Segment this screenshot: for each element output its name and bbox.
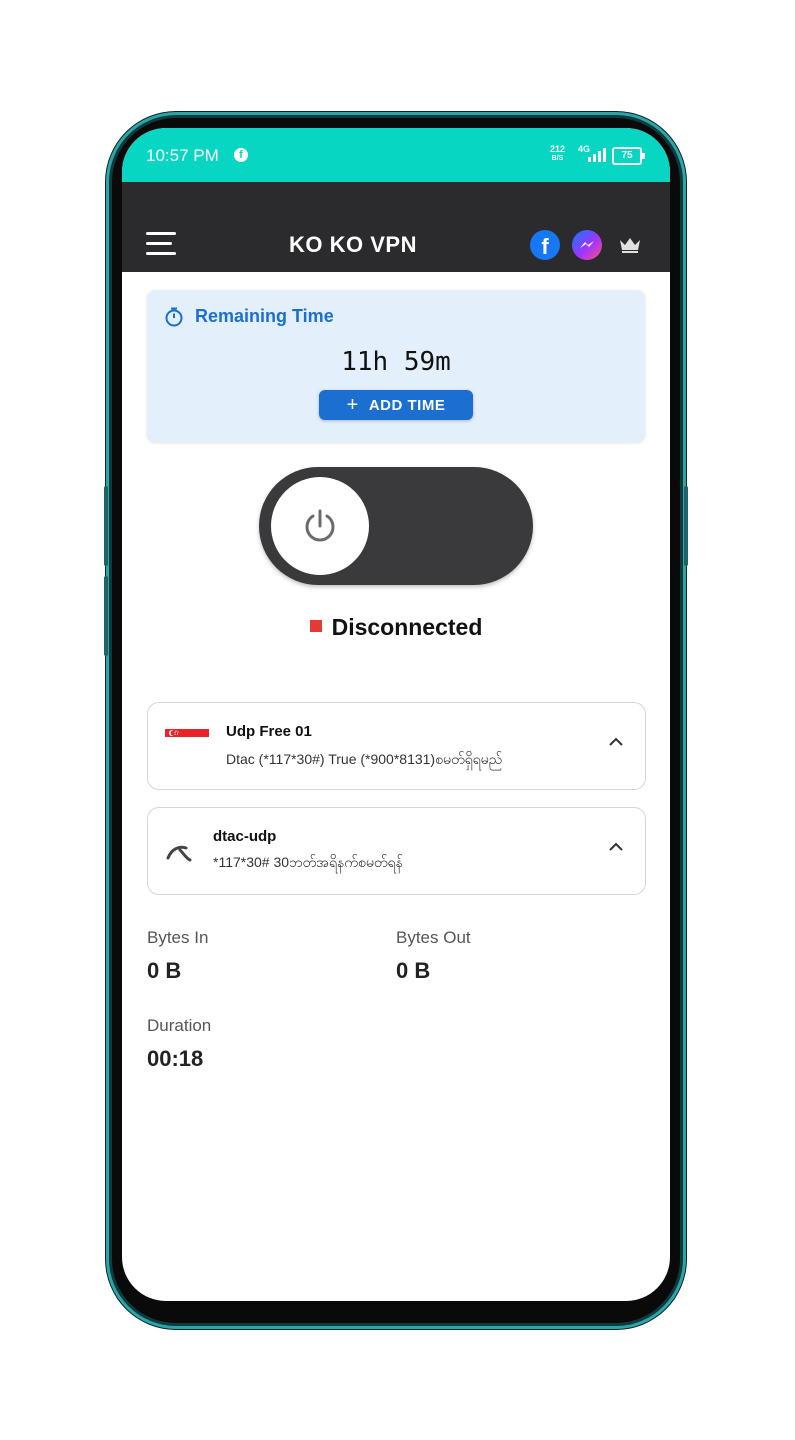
connection-status: Disconnected (122, 614, 670, 641)
remaining-time-label: Remaining Time (195, 306, 334, 326)
server-description: Dtac (*117*30#) True (*900*8131)စမတ်ရှိရ… (226, 751, 503, 767)
phone-screen: 10:57 PM f 212 B/S 4G 75 KO KO VPN f Rem… (122, 128, 670, 1301)
add-time-label: ADD TIME (368, 396, 446, 414)
bytes-in-value: 0 B (147, 958, 182, 983)
chevron-up-icon (609, 737, 623, 746)
volume-button (104, 576, 108, 656)
status-time: 10:57 PM (146, 146, 219, 165)
add-time-button[interactable]: + ADD TIME (319, 390, 473, 420)
remaining-time-card: Remaining Time 11h 59m + ADD TIME (147, 290, 645, 442)
signal-icon (588, 146, 608, 162)
crown-icon[interactable] (618, 236, 642, 254)
connection-status-text: Disconnected (331, 614, 483, 640)
bytes-in-label: Bytes In (147, 928, 209, 947)
bytes-out-label: Bytes Out (396, 928, 471, 947)
battery-icon: 75 (612, 147, 645, 165)
timer-icon (164, 307, 184, 327)
status-bar: 10:57 PM f 212 B/S 4G 75 (122, 128, 670, 182)
power-button (684, 486, 688, 566)
bytes-out-value: 0 B (396, 958, 431, 983)
server-name: Udp Free 01 (226, 723, 312, 740)
vpn-power-toggle[interactable] (259, 467, 533, 585)
singapore-flag-icon (165, 729, 209, 745)
duration-value: 00:18 (147, 1046, 204, 1071)
app-bar: KO KO VPN f (122, 182, 670, 272)
network-name: dtac-udp (213, 828, 277, 845)
volume-button (104, 486, 108, 566)
chevron-up-icon (609, 842, 623, 851)
power-knob[interactable] (271, 477, 369, 575)
messenger-icon[interactable] (572, 230, 602, 260)
network-speed-value: 212 (550, 144, 566, 154)
remaining-time-value: 11h 59m (341, 347, 451, 377)
facebook-icon[interactable]: f (530, 230, 560, 260)
telenor-icon (166, 838, 194, 864)
facebook-notification-icon: f (234, 148, 248, 162)
power-icon (305, 509, 335, 542)
status-indicator (309, 619, 322, 632)
network-description: *117*30# 30ဘတ်အရိနက်စမတ်ရန် (213, 854, 403, 870)
server-selector[interactable]: Udp Free 01 Dtac (*117*30#) True (*900*8… (147, 702, 646, 790)
app-title: KO KO VPN (289, 232, 417, 257)
network-speed: 212 B/S (550, 144, 565, 164)
network-selector[interactable]: dtac-udp *117*30# 30ဘတ်အရိနက်စမတ်ရန် (147, 807, 646, 895)
plus-icon: + (346, 394, 359, 416)
network-speed-unit: B/S (551, 155, 564, 162)
duration-label: Duration (147, 1016, 212, 1035)
